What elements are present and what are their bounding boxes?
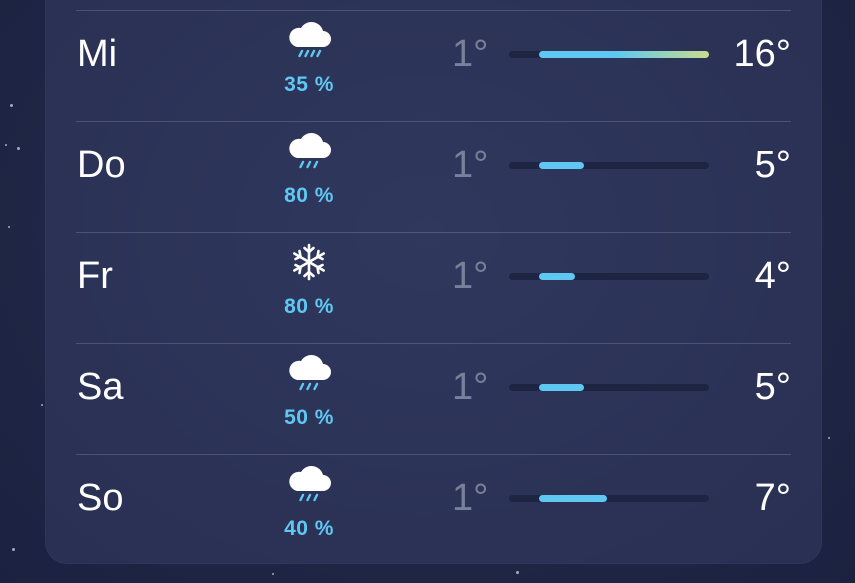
forecast-row-fr[interactable]: Fr 80 % 1° 4°	[0, 233, 855, 344]
high-temp: 4°	[754, 255, 791, 297]
precipitation-chance: 80 %	[284, 295, 334, 318]
day-label: Sa	[77, 366, 124, 408]
day-label: Mi	[77, 33, 118, 75]
forecast-row-do[interactable]: Do 80 % 1° 5°	[0, 122, 855, 233]
rain-cloud-icon	[289, 133, 331, 169]
temp-range-track	[509, 495, 709, 502]
precipitation-chance: 40 %	[284, 517, 334, 540]
forecast-row-sa[interactable]: Sa 50 % 1° 5°	[0, 344, 855, 455]
star	[516, 571, 519, 574]
high-temp: 7°	[754, 477, 791, 519]
high-temp: 5°	[754, 144, 791, 186]
day-label: Fr	[77, 255, 113, 297]
weather-icon-group: 80 %	[259, 239, 359, 339]
precipitation-chance: 50 %	[284, 406, 334, 429]
temp-range-fill	[539, 384, 585, 391]
weather-icon-group: 50 %	[259, 350, 359, 450]
weather-icon-group: 35 %	[259, 17, 359, 117]
low-temp: 1°	[452, 366, 489, 408]
star	[272, 573, 274, 575]
weather-icon-group: 80 %	[259, 128, 359, 228]
low-temp: 1°	[452, 33, 489, 75]
rain-cloud-icon	[289, 22, 331, 58]
day-label: So	[77, 477, 124, 519]
temp-range-fill	[539, 495, 607, 502]
low-temp: 1°	[452, 477, 489, 519]
temp-range-track	[509, 162, 709, 169]
forecast-row-mi[interactable]: Mi 35 % 1° 16°	[0, 11, 855, 122]
rain-cloud-icon	[289, 466, 331, 502]
precipitation-chance: 35 %	[284, 73, 334, 96]
weather-icon-group: 40 %	[259, 461, 359, 561]
low-temp: 1°	[452, 255, 489, 297]
temp-range-fill	[539, 273, 575, 280]
temp-range-fill	[539, 51, 709, 58]
low-temp: 1°	[452, 144, 489, 186]
temp-range-track	[509, 51, 709, 58]
high-temp: 5°	[754, 366, 791, 408]
day-label: Do	[77, 144, 126, 186]
high-temp: 16°	[733, 33, 791, 75]
rain-cloud-icon	[289, 355, 331, 391]
temp-range-track	[509, 273, 709, 280]
precipitation-chance: 80 %	[284, 184, 334, 207]
temp-range-track	[509, 384, 709, 391]
snowflake-icon	[293, 243, 326, 281]
temp-range-fill	[539, 162, 585, 169]
forecast-row-so[interactable]: So 40 % 1° 7°	[0, 455, 855, 566]
